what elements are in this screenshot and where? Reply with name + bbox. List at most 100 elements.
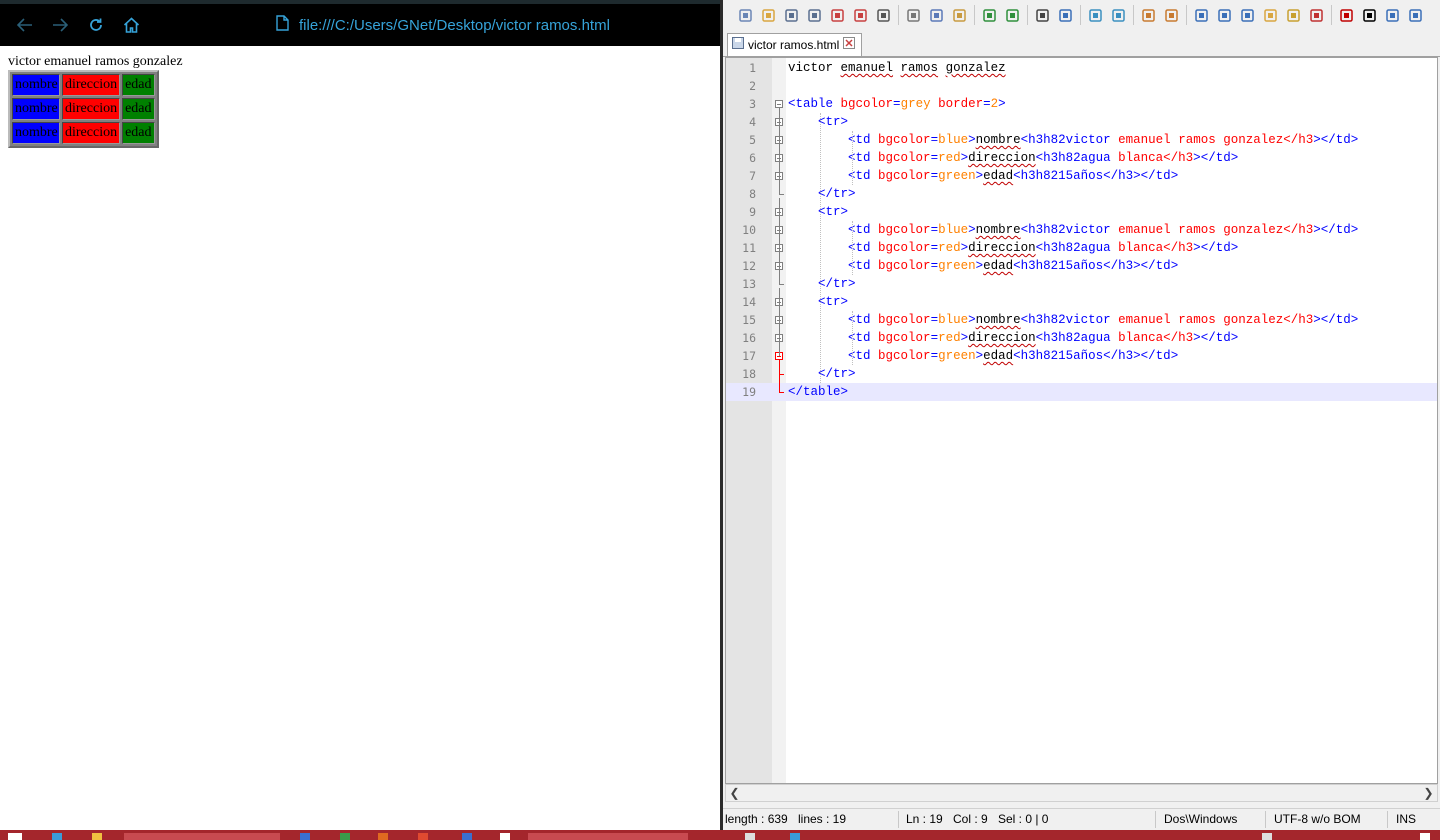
taskbar-item[interactable] [52,833,62,840]
code-line[interactable]: 18 </tr> [726,365,1437,383]
function-list-icon[interactable] [1306,5,1326,25]
file-tab[interactable]: victor ramos.html [727,33,863,56]
find-icon[interactable] [1032,5,1052,25]
line-number: 1 [749,61,756,75]
taskbar-item[interactable] [378,833,388,840]
fold-toggle-icon[interactable] [775,100,783,108]
taskbar-item[interactable] [500,833,510,840]
taskbar-item[interactable] [1262,833,1272,840]
code-line[interactable]: 2 [726,77,1437,95]
code-line[interactable]: 19 </table> [726,383,1437,401]
page-content: victor emanuel ramos gonzalez nombre dir… [0,46,720,830]
home-icon[interactable] [118,12,144,38]
address-bar[interactable]: file:///C:/Users/GNet/Desktop/victor ram… [276,12,610,38]
sync-vertical-icon[interactable] [1138,5,1158,25]
redo-icon[interactable] [1002,5,1022,25]
code-line[interactable]: 13 </tr> [726,275,1437,293]
indent-guide [852,311,853,365]
line-text: <tr> [818,115,849,129]
print-icon[interactable] [873,5,893,25]
scroll-left-icon[interactable]: ❮ [726,785,743,801]
indent-guide-icon[interactable] [1237,5,1257,25]
doc-map-icon[interactable] [1283,5,1303,25]
code-line[interactable]: 11 <td bgcolor=red>direccion<h3h82agua b… [726,239,1437,257]
line-number: 7 [749,169,756,183]
forward-arrow-icon[interactable] [47,12,73,38]
open-file-icon[interactable] [758,5,778,25]
run-macro-multiple-icon[interactable] [1405,5,1425,25]
sync-horizontal-icon[interactable] [1161,5,1181,25]
close-icon[interactable] [827,5,847,25]
taskbar-item[interactable] [124,833,280,840]
taskbar-item[interactable] [92,833,102,840]
code-line[interactable]: 9 <tr> [726,203,1437,221]
line-text: victor emanuel ramos gonzalez [788,61,1006,75]
taskbar-item[interactable] [1420,833,1430,840]
taskbar-item[interactable] [528,833,688,840]
fold-line [779,108,780,194]
cell-edad: edad [122,98,155,120]
code-line[interactable]: 5 <td bgcolor=blue>nombre<h3h82victor em… [726,131,1437,149]
show-all-characters-icon[interactable] [1214,5,1234,25]
toolbar-separator [898,5,899,25]
close-all-icon[interactable] [850,5,870,25]
status-encoding: UTF-8 w/o BOM [1274,812,1361,826]
code-line[interactable]: 14 <tr> [726,293,1437,311]
taskbar-item[interactable] [790,833,800,840]
cell-nombre: nombre [12,98,60,120]
zoom-in-icon[interactable] [1085,5,1105,25]
code-line[interactable]: 1 victor emanuel ramos gonzalez [726,59,1437,77]
line-text: <td bgcolor=green>edad<h3h8215años</h3><… [848,169,1179,183]
taskbar-item[interactable] [462,833,472,840]
indent-guide [852,221,853,275]
taskbar-item[interactable] [300,833,310,840]
new-file-icon[interactable] [735,5,755,25]
play-macro-icon[interactable] [1382,5,1402,25]
paste-icon[interactable] [949,5,969,25]
taskbar-item[interactable] [340,833,350,840]
code-editor[interactable]: 1 victor emanuel ramos gonzalez 2 3 <table b… [725,57,1438,784]
line-text: <tr> [818,295,849,309]
close-tab-icon[interactable] [843,36,856,54]
line-number: 15 [742,313,756,327]
save-all-icon[interactable] [804,5,824,25]
user-language-icon[interactable] [1260,5,1280,25]
url-text[interactable]: file:///C:/Users/GNet/Desktop/victor ram… [299,17,610,34]
fold-end [779,194,784,195]
code-line[interactable]: 15 <td bgcolor=blue>nombre<h3h82victor e… [726,311,1437,329]
line-number: 3 [749,97,756,111]
copy-icon[interactable] [926,5,946,25]
code-line[interactable]: 10 <td bgcolor=blue>nombre<h3h82victor e… [726,221,1437,239]
undo-icon[interactable] [979,5,999,25]
back-arrow-icon[interactable] [12,12,38,38]
code-line[interactable]: 8 </tr> [726,185,1437,203]
word-wrap-icon[interactable] [1191,5,1211,25]
code-line[interactable]: 7 <td bgcolor=green>edad<h3h8215años</h3… [726,167,1437,185]
page-heading: victor emanuel ramos gonzalez [8,54,183,69]
code-line[interactable]: 6 <td bgcolor=red>direccion<h3h82agua bl… [726,149,1437,167]
stop-macro-icon[interactable] [1359,5,1379,25]
taskbar-item[interactable] [8,833,22,840]
replace-icon[interactable] [1055,5,1075,25]
code-line[interactable]: 17 <td bgcolor=green>edad<h3h8215años</h… [726,347,1437,365]
save-icon[interactable] [781,5,801,25]
cell-edad: edad [122,74,155,96]
code-line[interactable]: 12 <td bgcolor=green>edad<h3h8215años</h… [726,257,1437,275]
reload-icon[interactable] [83,12,109,38]
record-macro-icon[interactable] [1336,5,1356,25]
code-line[interactable]: 3 <table bgcolor=grey border=2> [726,95,1437,113]
line-text: </table> [788,385,849,399]
tab-bar: victor ramos.html [723,30,1440,57]
line-text: <td bgcolor=blue>nombre<h3h82victor eman… [848,313,1359,327]
cell-direccion: direccion [62,98,121,120]
code-line[interactable]: 16 <td bgcolor=red>direccion<h3h82agua b… [726,329,1437,347]
line-text: <td bgcolor=red>direccion<h3h82agua blan… [848,241,1239,255]
scroll-right-icon[interactable]: ❯ [1420,785,1437,801]
line-number: 6 [749,151,756,165]
cut-icon[interactable] [903,5,923,25]
code-line[interactable]: 4 <tr> [726,113,1437,131]
taskbar-item[interactable] [745,833,755,840]
horizontal-scrollbar[interactable]: ❮ ❯ [725,784,1438,802]
taskbar-item[interactable] [418,833,428,840]
zoom-out-icon[interactable] [1108,5,1128,25]
